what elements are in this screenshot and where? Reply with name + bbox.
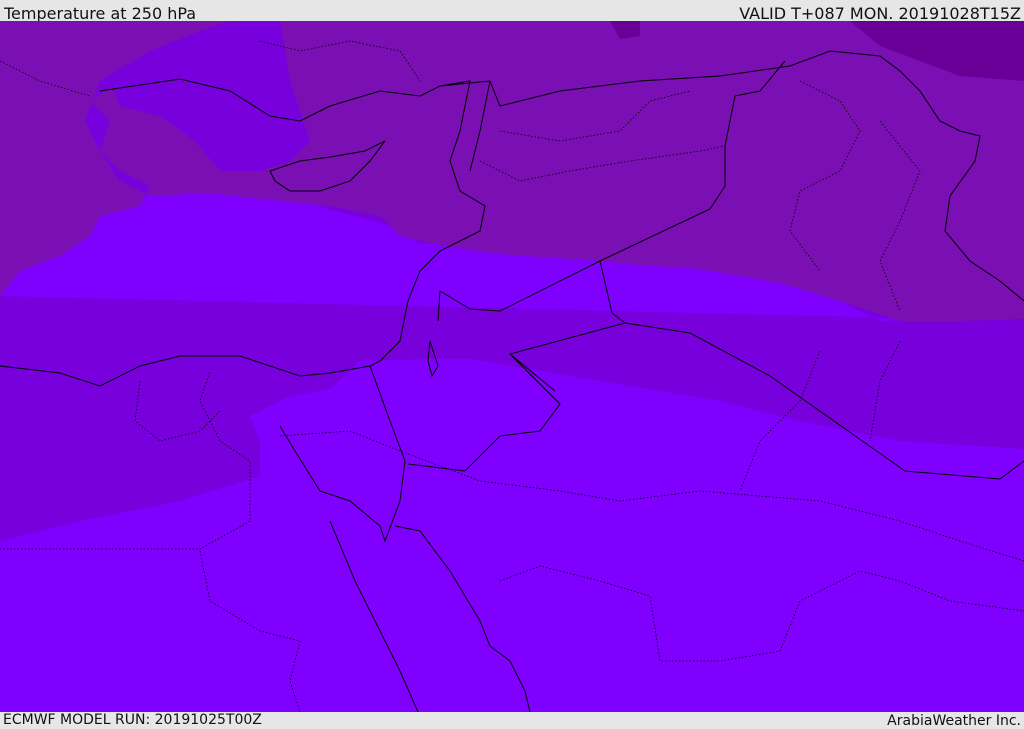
header-bar: Temperature at 250 hPa VALID T+087 MON. … [0, 0, 1024, 23]
footer-bar: ECMWF MODEL RUN: 20191025T00Z ArabiaWeat… [0, 712, 1024, 729]
model-run: ECMWF MODEL RUN: 20191025T00Z [3, 712, 262, 728]
credit: ArabiaWeather Inc. [887, 713, 1021, 729]
temperature-map [0, 21, 1024, 712]
